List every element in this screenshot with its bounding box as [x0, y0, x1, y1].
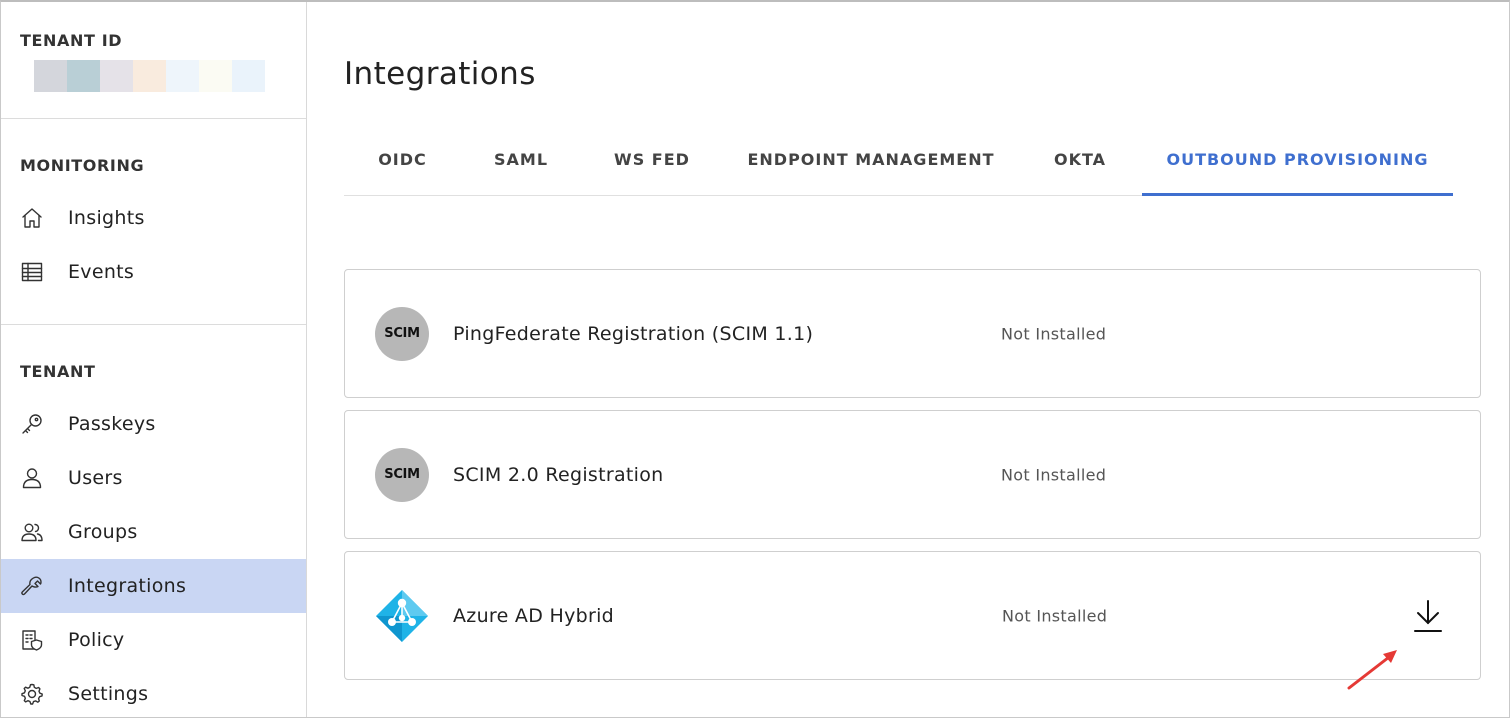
tenant-id-swatch [34, 60, 67, 92]
key-icon [20, 412, 44, 436]
tenant-id-swatch [100, 60, 133, 92]
gear-icon [20, 682, 44, 706]
sidebar-item-label: Policy [68, 629, 125, 651]
sidebar-item-label: Insights [68, 207, 145, 229]
sidebar-item-users[interactable]: Users [1, 451, 306, 505]
tab-endpoint-management[interactable]: ENDPOINT MANAGEMENT [723, 132, 1019, 196]
integration-card-azure-ad-hybrid[interactable]: Azure AD Hybrid Not Installed [344, 551, 1481, 680]
sidebar-item-label: Groups [68, 521, 138, 543]
sidebar-item-integrations[interactable]: Integrations [1, 559, 306, 613]
integration-tabs: OIDC SAML WS FED ENDPOINT MANAGEMENT OKT… [344, 132, 1453, 196]
integration-card-scim2[interactable]: SCIM SCIM 2.0 Registration Not Installed [344, 410, 1481, 539]
tenant-id-swatch [67, 60, 100, 92]
tab-okta[interactable]: OKTA [1019, 132, 1141, 196]
scim-logo: SCIM [375, 447, 429, 502]
tenant-id-swatch [232, 60, 265, 92]
download-icon [1414, 599, 1442, 632]
user-icon [20, 466, 44, 490]
tenant-id-swatch [166, 60, 199, 92]
page-title: Integrations [344, 56, 536, 92]
sidebar-item-events[interactable]: Events [1, 245, 306, 299]
sidebar-divider [1, 118, 306, 119]
tab-oidc[interactable]: OIDC [344, 132, 461, 196]
sidebar-item-label: Settings [68, 683, 149, 705]
sidebar-item-policy[interactable]: Policy [1, 613, 306, 667]
policy-icon [20, 628, 44, 652]
sidebar-item-settings[interactable]: Settings [1, 667, 306, 717]
table-icon [20, 260, 44, 284]
integration-status: Not Installed [1001, 324, 1107, 343]
monitoring-heading: MONITORING [20, 156, 145, 175]
group-icon [20, 520, 44, 544]
sidebar: TENANT ID MONITORING Insights Events TEN… [1, 2, 307, 717]
tab-ws-fed[interactable]: WS FED [581, 132, 723, 196]
sidebar-item-label: Events [68, 261, 135, 283]
azure-ad-icon [375, 589, 429, 643]
sidebar-item-label: Integrations [68, 575, 187, 597]
tab-outbound-provisioning[interactable]: OUTBOUND PROVISIONING [1142, 132, 1453, 196]
home-icon [20, 206, 44, 230]
tenant-section-heading: TENANT [20, 362, 96, 381]
sidebar-divider [1, 324, 306, 325]
tenant-id-value [34, 60, 265, 92]
sidebar-item-groups[interactable]: Groups [1, 505, 306, 559]
scim-logo: SCIM [375, 306, 429, 361]
sidebar-item-passkeys[interactable]: Passkeys [1, 397, 306, 451]
download-button[interactable] [1411, 599, 1445, 633]
wrench-icon [20, 574, 44, 598]
sidebar-item-label: Passkeys [68, 413, 156, 435]
integration-card-pingfederate[interactable]: SCIM PingFederate Registration (SCIM 1.1… [344, 269, 1481, 398]
integration-name: PingFederate Registration (SCIM 1.1) [453, 322, 814, 345]
app-window: TENANT ID MONITORING Insights Events TEN… [0, 0, 1510, 718]
integration-name: SCIM 2.0 Registration [453, 463, 664, 486]
sidebar-item-insights[interactable]: Insights [1, 191, 306, 245]
tenant-id-swatch [133, 60, 166, 92]
integration-status: Not Installed [1001, 465, 1107, 484]
integration-name: Azure AD Hybrid [453, 604, 615, 627]
tenant-id-heading: TENANT ID [20, 31, 123, 50]
tenant-id-swatch [199, 60, 232, 92]
integration-status: Not Installed [1002, 606, 1108, 625]
tab-saml[interactable]: SAML [461, 132, 581, 196]
sidebar-item-label: Users [68, 467, 123, 489]
annotation-arrow-icon [1347, 650, 1397, 690]
